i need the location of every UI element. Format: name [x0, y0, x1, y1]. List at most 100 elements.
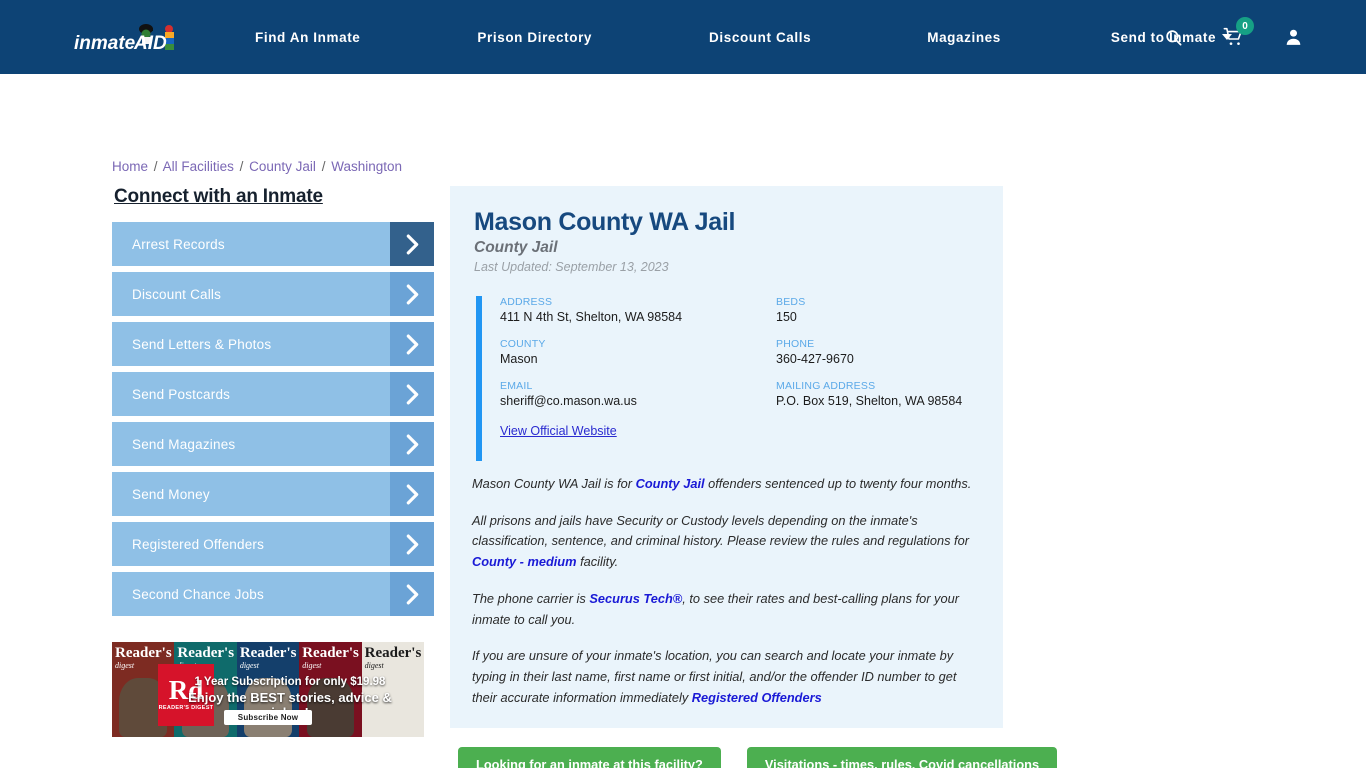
last-updated-text: Last Updated: September 13, 2023 [474, 260, 669, 274]
view-official-website-link[interactable]: View Official Website [500, 424, 617, 438]
sidebar-item-label: Send Money [132, 486, 210, 502]
page-title: Mason County WA Jail [474, 208, 736, 236]
inmateaid-logo[interactable]: inmate AID [72, 17, 192, 57]
ad-cover-title: Reader's [177, 645, 235, 661]
info-label: COUNTY [500, 338, 546, 350]
sidebar: Connect with an Inmate Arrest Records Di… [112, 186, 434, 622]
ad-subscribe-button[interactable]: Subscribe Now [224, 710, 312, 725]
inmate-search-button[interactable]: Looking for an inmate at this facility? [458, 747, 721, 768]
breadcrumb-separator: / [153, 159, 158, 174]
ad-cover-title: Reader's [302, 645, 359, 661]
sidebar-item-label: Send Postcards [132, 386, 231, 402]
search-icon[interactable] [1162, 25, 1184, 49]
info-value: sheriff@co.mason.wa.us [500, 394, 637, 408]
sidebar-item-discount-calls[interactable]: Discount Calls [112, 272, 434, 316]
sidebar-title: Connect with an Inmate [114, 186, 323, 207]
cart-count-badge: 0 [1236, 17, 1254, 35]
chevron-right-icon [390, 372, 434, 416]
breadcrumb-separator: / [239, 159, 244, 174]
info-field-beds: BEDS 150 [776, 296, 979, 324]
sidebar-item-label: Second Chance Jobs [132, 586, 264, 602]
info-field-phone: PHONE 360-427-9670 [776, 338, 979, 366]
sidebar-item-registered-offenders[interactable]: Registered Offenders [112, 522, 434, 566]
desc-text: offenders sentenced up to twenty four mo… [704, 476, 972, 491]
link-county-medium[interactable]: County - medium [472, 554, 577, 569]
sidebar-item-label: Discount Calls [132, 286, 222, 302]
description-paragraph-2: All prisons and jails have Security or C… [472, 511, 979, 573]
info-label: ADDRESS [500, 296, 553, 308]
cta-button-row: Looking for an inmate at this facility? … [450, 747, 1058, 768]
ad-cover-sub: digest [364, 661, 384, 670]
accent-bar [476, 296, 482, 461]
user-account-icon[interactable] [1282, 25, 1304, 49]
facility-info-grid: ADDRESS 411 N 4th St, Shelton, WA 98584 … [500, 296, 979, 408]
chevron-right-icon [390, 422, 434, 466]
sidebar-item-label: Arrest Records [132, 236, 225, 252]
facility-description: Mason County WA Jail is for County Jail … [450, 458, 1003, 729]
info-value: 411 N 4th St, Shelton, WA 98584 [500, 310, 683, 324]
sidebar-item-label: Registered Offenders [132, 536, 265, 552]
chevron-right-icon [390, 272, 434, 316]
info-field-mailing-address: MAILING ADDRESS P.O. Box 519, Shelton, W… [776, 380, 979, 408]
info-field-county: COUNTY Mason [500, 338, 776, 366]
info-value: 150 [776, 310, 797, 324]
ad-cover-title: Reader's [239, 645, 297, 661]
breadcrumb: Home / All Facilities / County Jail / Wa… [112, 159, 402, 174]
info-label: BEDS [776, 296, 806, 308]
link-registered-offenders[interactable]: Registered Offenders [692, 690, 822, 705]
sidebar-item-second-chance-jobs[interactable]: Second Chance Jobs [112, 572, 434, 616]
description-paragraph-4: If you are unsure of your inmate's locat… [472, 646, 979, 708]
sidebar-item-send-money[interactable]: Send Money [112, 472, 434, 516]
sidebar-item-send-letters-photos[interactable]: Send Letters & Photos [112, 322, 434, 366]
info-field-email: EMAIL sheriff@co.mason.wa.us [500, 380, 776, 408]
description-paragraph-1: Mason County WA Jail is for County Jail … [472, 474, 979, 495]
svg-text:AID: AID [133, 33, 167, 54]
sidebar-item-label: Send Letters & Photos [132, 336, 272, 352]
shopping-cart-icon[interactable]: 0 [1222, 17, 1254, 49]
desc-text: facility. [576, 554, 619, 570]
info-label: EMAIL [500, 380, 533, 392]
ad-cover-sub: digest [302, 661, 322, 670]
chevron-right-icon [390, 322, 434, 366]
visitations-button[interactable]: Visitations - times, rules, Covid cancel… [746, 747, 1058, 768]
chevron-right-icon [390, 572, 434, 616]
sidebar-item-send-magazines[interactable]: Send Magazines [112, 422, 434, 466]
info-value: Mason [500, 352, 538, 366]
site-header: inmate AID Find An Inmate Prison Directo… [0, 0, 1366, 74]
facility-header-card: Mason County WA Jail County Jail Last Up… [450, 186, 1003, 461]
sidebar-item-send-postcards[interactable]: Send Postcards [112, 372, 434, 416]
svg-text:inmate: inmate [74, 33, 136, 54]
facility-info-panel: ADDRESS 411 N 4th St, Shelton, WA 98584 … [474, 296, 979, 461]
main-content: Mason County WA Jail County Jail Last Up… [450, 186, 1058, 768]
sidebar-item-arrest-records[interactable]: Arrest Records [112, 222, 434, 266]
link-securus-tech[interactable]: Securus Tech® [589, 591, 682, 606]
nav-item-find-an-inmate[interactable]: Find An Inmate [255, 30, 360, 45]
link-county-jail[interactable]: County Jail [636, 476, 705, 491]
breadcrumb-item-county-jail[interactable]: County Jail [249, 159, 316, 174]
info-value: P.O. Box 519, Shelton, WA 98584 [776, 394, 963, 408]
desc-text: All prisons and jails have Security or C… [472, 512, 969, 549]
ad-headline: 1 Year Subscription for only $19.98 [194, 676, 386, 688]
ad-cover-title: Reader's [115, 645, 172, 661]
facility-type: County Jail [474, 239, 558, 256]
sidebar-item-label: Send Magazines [132, 436, 236, 452]
desc-text: The phone carrier is [472, 590, 590, 606]
breadcrumb-item-home[interactable]: Home [112, 159, 148, 174]
info-value: 360-427-9670 [776, 352, 854, 366]
nav-item-prison-directory[interactable]: Prison Directory [477, 30, 592, 45]
info-label: PHONE [776, 338, 815, 350]
info-field-address: ADDRESS 411 N 4th St, Shelton, WA 98584 [500, 296, 776, 324]
nav-item-discount-calls[interactable]: Discount Calls [709, 30, 811, 45]
nav-item-magazines[interactable]: Magazines [927, 30, 1001, 45]
breadcrumb-item-washington[interactable]: Washington [331, 159, 402, 174]
description-paragraph-3: The phone carrier is Securus Tech®, to s… [472, 589, 979, 630]
breadcrumb-item-all-facilities[interactable]: All Facilities [163, 159, 234, 174]
breadcrumb-separator: / [321, 159, 326, 174]
chevron-right-icon [390, 472, 434, 516]
advertisement-banner[interactable]: Reader's digest Reader's digest Reader's… [112, 642, 424, 737]
ad-cover-title: Reader's [364, 645, 422, 661]
ad-cover-sub: digest [239, 661, 259, 670]
chevron-right-icon [390, 222, 434, 266]
desc-text: Mason County WA Jail is for [472, 476, 636, 491]
ad-cover-sub: digest [115, 661, 135, 670]
